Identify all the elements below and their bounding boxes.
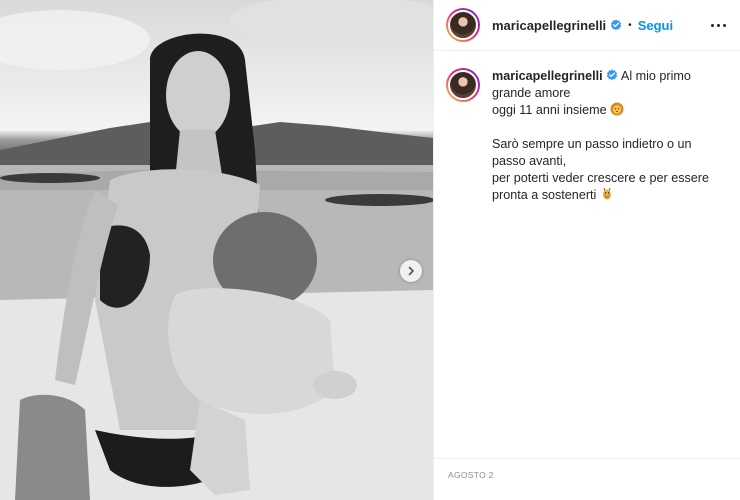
caption-line-3: oggi 11 anni insieme [492, 103, 607, 117]
carousel-next-button[interactable] [400, 260, 422, 282]
caption-username[interactable]: maricapellegrinelli [492, 69, 603, 83]
photo-content [0, 0, 433, 500]
caption-text: maricapellegrinelli Al mio primo grande … [492, 68, 712, 204]
caption-line-7: pronta a sostenerti [492, 188, 597, 202]
verified-badge-icon [610, 19, 622, 31]
caption-line-4: Sarò sempre un passo indietro o un [492, 137, 692, 151]
lion-emoji-icon [610, 102, 624, 116]
post-header: maricapellegrinelli • Segui [434, 0, 740, 51]
caption-avatar[interactable] [446, 68, 480, 102]
caption-line-1: Al mio primo [620, 69, 691, 83]
post-date[interactable]: AGOSTO 2 [448, 470, 494, 480]
post-photo[interactable] [0, 0, 433, 500]
chevron-right-icon [408, 266, 414, 276]
follow-button[interactable]: Segui [638, 18, 673, 33]
verified-badge-icon [607, 69, 618, 81]
avatar-image [448, 10, 478, 40]
divider [434, 458, 740, 459]
separator-dot: • [628, 19, 632, 31]
username-link[interactable]: maricapellegrinelli [492, 18, 606, 33]
more-options-icon[interactable] [711, 23, 726, 27]
caption-line-2: grande amore [492, 86, 571, 100]
caption-avatar-image [448, 70, 478, 100]
caption-line-5: passo avanti, [492, 154, 567, 168]
post-caption: maricapellegrinelli Al mio primo grande … [434, 51, 740, 204]
caption-line-6: per poterti veder crescere e per essere [492, 171, 709, 185]
avatar[interactable] [446, 8, 480, 42]
post-sidebar: maricapellegrinelli • Segui maricapelleg… [433, 0, 740, 500]
giraffe-emoji-icon [602, 187, 611, 200]
